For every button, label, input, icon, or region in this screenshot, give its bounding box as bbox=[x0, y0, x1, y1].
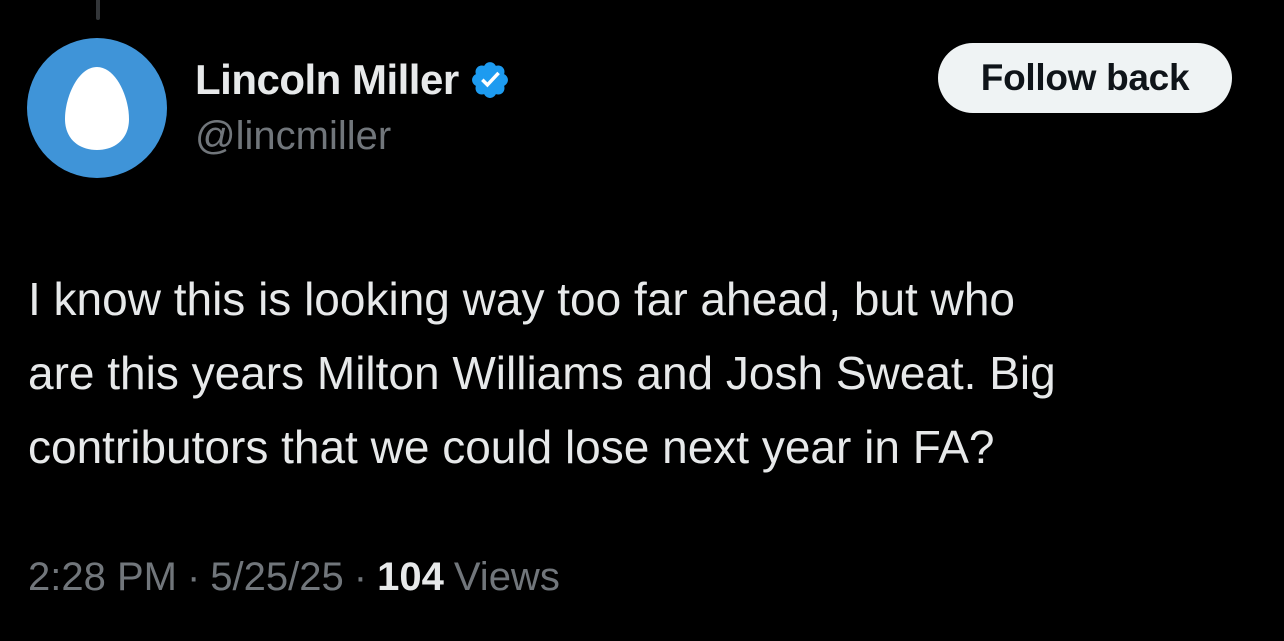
thread-connector-line bbox=[96, 0, 100, 20]
follow-back-button[interactable]: Follow back bbox=[938, 43, 1232, 113]
verified-badge-icon[interactable] bbox=[469, 59, 511, 101]
meta-separator: · bbox=[353, 555, 368, 599]
egg-avatar-icon bbox=[65, 67, 129, 150]
tweet-text-line: I know this is looking way too far ahead… bbox=[28, 273, 1016, 325]
tweet-date[interactable]: 5/25/25 bbox=[210, 555, 343, 600]
author-display-name[interactable]: Lincoln Miller bbox=[195, 56, 459, 104]
tweet-meta: 2:28 PM · 5/25/25 · 104 Views bbox=[28, 555, 560, 600]
tweet-time[interactable]: 2:28 PM bbox=[28, 555, 177, 600]
tweet-text-line: are this years Milton Williams and Josh … bbox=[28, 347, 1056, 399]
views-label[interactable]: Views bbox=[454, 555, 560, 600]
views-count[interactable]: 104 bbox=[377, 555, 444, 600]
meta-separator: · bbox=[186, 555, 201, 599]
author-handle[interactable]: @lincmiller bbox=[195, 114, 391, 159]
tweet-text-line: contributors that we could lose next yea… bbox=[28, 421, 995, 473]
tweet-text: I know this is looking way too far ahead… bbox=[28, 262, 1258, 484]
author-name-row: Lincoln Miller bbox=[195, 54, 511, 106]
avatar[interactable] bbox=[27, 38, 167, 178]
